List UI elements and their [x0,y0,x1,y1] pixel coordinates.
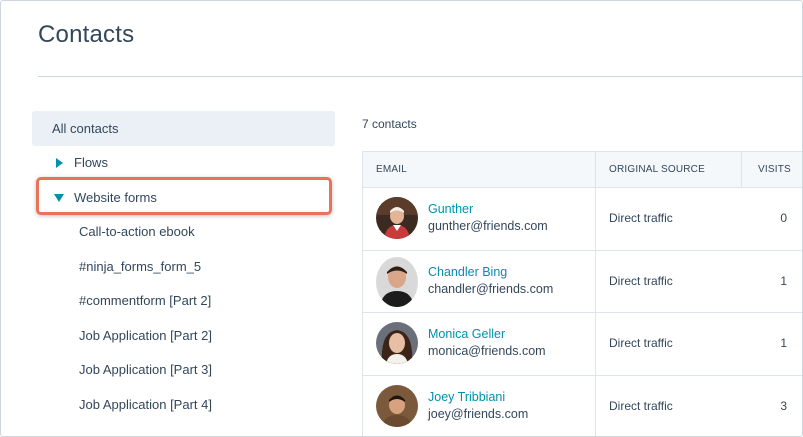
sidebar-group-flows[interactable]: Flows [32,146,335,181]
avatar [376,322,418,364]
contact-original-source: Direct traffic [609,273,673,288]
contact-email: monica@friends.com [428,344,546,358]
contact-name-link[interactable]: Monica Geller [428,327,505,341]
sidebar-item-label: Job Application [Part 3] [79,362,212,377]
column-header-source[interactable]: ORIGINAL SOURCE [609,152,705,187]
table-row[interactable]: Joey Tribbiani joey@friends.com Direct t… [363,375,802,436]
sidebar-item-label: Job Application [Part 2] [79,327,212,343]
sidebar-item-form[interactable]: #ninja_forms_form_5 [32,250,335,285]
column-header-visits[interactable]: VISITS [758,152,791,187]
table-row[interactable]: Monica Geller monica@friends.com Direct … [363,313,802,376]
sidebar-item-form[interactable]: Job Application [Part 4] [32,388,335,423]
contacts-page: Contacts All contacts Flows Website form… [0,0,803,437]
sidebar-item-label: Job Application [Part 4] [79,396,212,412]
table-row[interactable]: Gunther gunther@friends.com Direct traff… [363,188,802,251]
sidebar-item-form[interactable]: #commentform [Part 2] [32,284,335,319]
sidebar-group-label: Flows [74,155,108,170]
column-header-email[interactable]: EMAIL [376,152,407,187]
avatar [376,256,418,307]
title-divider [38,76,802,77]
column-divider [595,313,596,375]
caret-down-icon[interactable] [54,181,64,216]
contact-email: gunther@friends.com [428,219,548,233]
contact-name-link[interactable]: Chandler Bing [428,265,507,279]
column-divider [595,250,596,312]
avatar [376,197,418,239]
contact-visits: 3 [780,398,787,413]
sidebar-item-label: Call-to-action ebook [79,224,195,239]
contact-visits: 1 [780,336,787,350]
column-divider [595,188,596,250]
contact-visits: 1 [780,273,787,288]
sidebar: All contacts Flows Website forms Call-to… [32,111,335,422]
sidebar-item-label: #commentform [Part 2] [79,293,212,308]
caret-right-icon[interactable] [54,146,64,181]
contact-email: joey@friends.com [428,406,529,421]
column-divider [741,152,742,187]
sidebar-group-website-forms[interactable]: Website forms [32,181,335,216]
column-divider [595,152,596,187]
sidebar-item-form[interactable]: Job Application [Part 2] [32,319,335,354]
contacts-table: EMAIL ORIGINAL SOURCE VISITS Gunther gun… [362,151,802,436]
sidebar-item-all-contacts[interactable]: All contacts [32,111,335,146]
contact-count: 7 contacts [362,117,417,131]
sidebar-item-form[interactable]: Job Application [Part 3] [32,353,335,388]
column-divider [595,375,596,436]
avatar [376,384,418,427]
sidebar-item-label: #ninja_forms_form_5 [79,258,202,274]
table-header: EMAIL ORIGINAL SOURCE VISITS [363,152,802,188]
contact-name-link[interactable]: Gunther [428,202,473,216]
sidebar-item-label: All contacts [52,121,119,136]
contact-visits: 0 [780,211,787,225]
sidebar-item-form[interactable]: Call-to-action ebook [32,215,335,250]
contact-original-source: Direct traffic [609,398,673,413]
page-title: Contacts [38,21,135,48]
contact-email: chandler@friends.com [428,281,554,296]
sidebar-group-label: Website forms [74,189,157,205]
contact-name-link[interactable]: Joey Tribbiani [428,390,505,404]
table-row[interactable]: Chandler Bing chandler@friends.com Direc… [363,250,802,313]
contact-original-source: Direct traffic [609,336,673,350]
contact-original-source: Direct traffic [609,211,673,225]
